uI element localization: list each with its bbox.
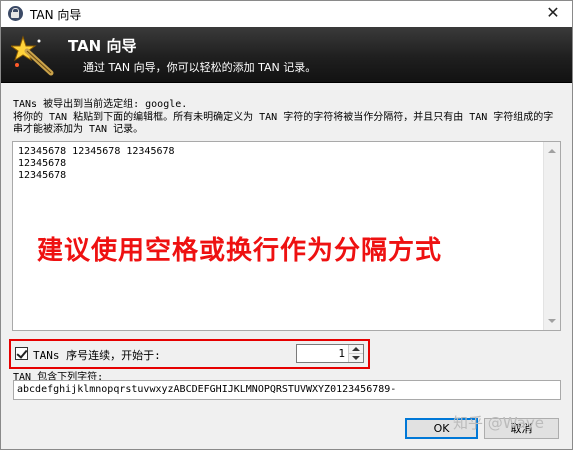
tan-wizard-dialog: TAN 向导 ✕ TAN 向导 通过 TAN 向导，你可以轻松的添加 TAN 记… — [0, 0, 573, 450]
stepper-buttons[interactable] — [348, 345, 363, 362]
tan-edit-content[interactable]: 12345678 12345678 12345678 12345678 1234… — [18, 146, 175, 182]
scroll-down-icon[interactable] — [548, 319, 556, 323]
tan-chars-value[interactable]: abcdefghijklmnopqrstuvwxyzABCDEFGHIJKLMN… — [17, 384, 396, 395]
stepper-up-icon[interactable] — [352, 347, 360, 351]
tan-chars-field[interactable]: abcdefghijklmnopqrstuvwxyzABCDEFGHIJKLMN… — [13, 380, 561, 400]
sequential-tans-label[interactable]: TANs 序号连续，开始于: — [33, 347, 161, 363]
wizard-banner: TAN 向导 通过 TAN 向导，你可以轻松的添加 TAN 记录。 — [1, 27, 572, 83]
keepass-lock-icon — [8, 6, 23, 21]
paste-instructions: 将你的 TAN 粘贴到下面的编辑框。所有未明确定义为 TAN 字符的字符将被当作… — [13, 112, 554, 135]
sequential-tans-checkbox[interactable] — [15, 347, 28, 360]
export-group-info: TANs 被导出到当前选定组: google. — [13, 99, 188, 110]
title-bar[interactable]: TAN 向导 ✕ — [1, 1, 572, 27]
banner-subtitle: 通过 TAN 向导，你可以轻松的添加 TAN 记录。 — [83, 61, 317, 74]
window-title: TAN 向导 — [30, 8, 82, 22]
start-number-value[interactable]: 1 — [338, 347, 345, 360]
scroll-up-icon[interactable] — [548, 149, 556, 153]
annotation-overlay-text: 建议使用空格或换行作为分隔方式 — [37, 236, 443, 266]
start-number-stepper[interactable]: 1 — [296, 344, 364, 363]
stepper-down-icon[interactable] — [352, 356, 360, 360]
magic-wand-icon — [11, 35, 54, 76]
editor-vertical-scrollbar[interactable] — [543, 142, 560, 330]
close-button[interactable]: ✕ — [542, 2, 564, 24]
watermark: 知乎 @Waye — [453, 414, 544, 432]
banner-title: TAN 向导 — [68, 37, 137, 55]
